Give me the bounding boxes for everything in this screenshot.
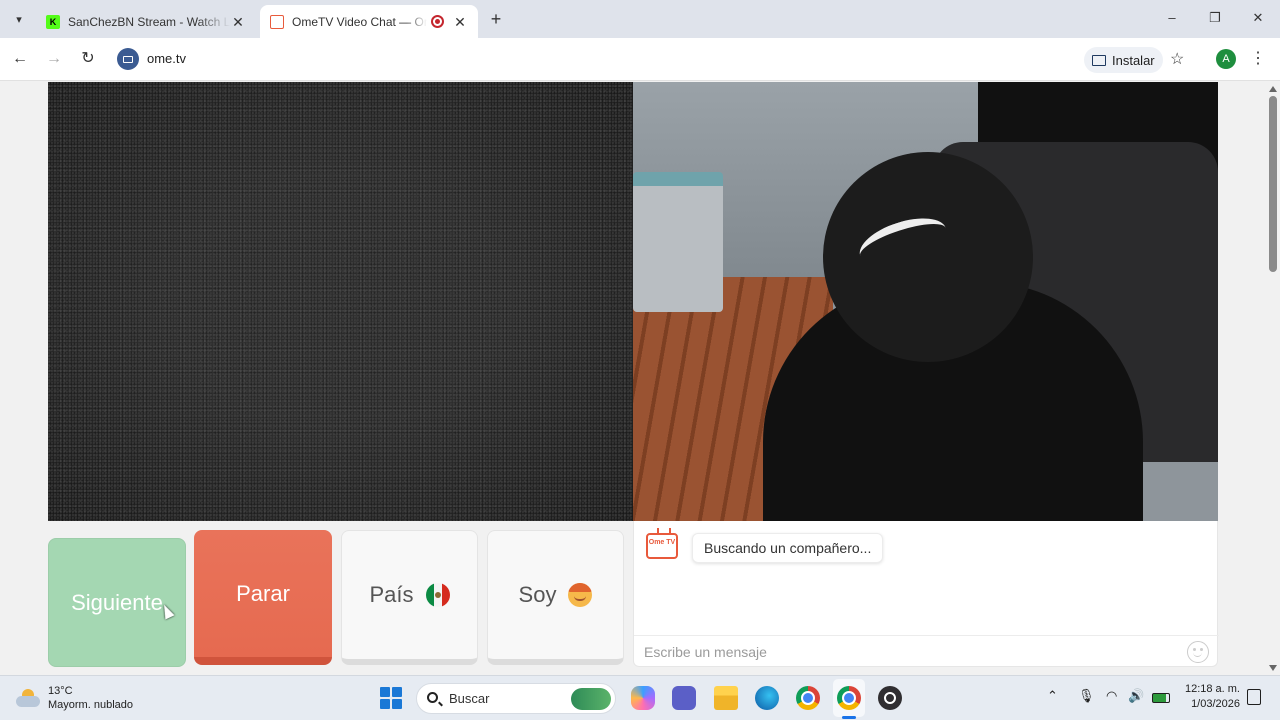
address-bar[interactable]: ome.tv [147,51,186,66]
next-label: Siguiente [71,589,163,615]
video-shelf [633,172,723,312]
battery-icon[interactable] [1152,693,1170,703]
next-button[interactable]: Siguiente [48,538,186,667]
chrome-profile-icon[interactable] [837,686,861,710]
country-button[interactable]: País [341,530,478,665]
partner-video-static [48,82,633,521]
bookmark-star-icon[interactable]: ☆ [1170,49,1184,69]
message-input-area [634,635,1219,667]
gender-label: Soy [518,582,557,607]
video-person-cap [823,152,1033,362]
file-explorer-icon[interactable] [714,686,738,710]
back-arrow-icon[interactable]: ← [9,48,31,70]
install-app-button[interactable]: Instalar [1084,47,1163,73]
browser-tab-bar: ▾ K SanChezBN Stream - Watch Live ✕ OmeT… [0,0,1280,38]
page-scrollbar[interactable] [1266,82,1280,675]
site-info-camera-icon[interactable] [117,48,139,70]
ometv-icon [270,14,284,29]
tab-title: OmeTV Video Chat — Ome [292,14,427,29]
install-monitor-icon [1092,54,1106,66]
tab-list-chevron-icon[interactable]: ▾ [8,8,30,30]
minimize-icon[interactable]: – [1158,6,1186,30]
country-label: País [369,582,414,607]
profile-avatar[interactable]: A [1216,49,1236,69]
tab-title: SanChezBN Stream - Watch Live [68,14,230,29]
volume-icon[interactable]: 🔊 [1128,688,1144,704]
scroll-down-icon[interactable] [1269,665,1277,671]
teams-icon[interactable] [672,686,696,710]
stop-button[interactable]: Parar [194,530,332,665]
edge-icon[interactable] [755,686,779,710]
recording-indicator-icon [431,15,444,28]
close-tab-icon[interactable]: ✕ [230,14,246,30]
notifications-icon[interactable] [1247,689,1261,705]
system-clock[interactable]: 12:18 a. m. 1/03/2026 [1182,682,1240,712]
install-label: Instalar [1112,52,1155,68]
stop-label: Parar [236,580,290,606]
partly-cloudy-icon [16,689,40,707]
tab-sanchezbn-stream[interactable]: K SanChezBN Stream - Watch Live ✕ [36,5,256,38]
search-highlight-art [571,688,611,710]
close-window-icon[interactable]: ✕ [1244,6,1272,30]
search-label: Buscar [449,691,490,706]
chat-panel: Ome TV Buscando un compañero... [633,521,1219,667]
active-app-indicator [842,716,856,719]
taskbar-search[interactable]: Buscar [416,683,616,714]
weather-temp: 13°C [48,685,73,697]
new-tab-plus-icon[interactable]: + [486,9,506,29]
forward-arrow-icon[interactable]: → [43,48,65,70]
message-input[interactable] [644,643,1164,660]
chrome-icon[interactable] [796,686,820,710]
ometv-logo-icon: Ome TV [646,533,678,559]
show-hidden-icons-chevron-icon[interactable]: ⌃ [1047,688,1058,704]
restore-icon[interactable]: ❐ [1201,6,1229,30]
emoji-icon[interactable] [1187,641,1209,663]
windows-taskbar: 13°C Mayorm. nublado Buscar ⌃ 🎙 ◠ 🔊 12:1… [0,675,1280,720]
browser-menu-icon[interactable]: ⋮ [1250,48,1266,68]
copilot-icon[interactable] [631,686,655,710]
reload-icon[interactable]: ↻ [77,48,99,70]
browser-toolbar: ← → ↻ ome.tv Instalar ☆ A ⋮ [0,38,1280,81]
weather-description: Mayorm. nublado [48,699,133,711]
scroll-up-icon[interactable] [1269,86,1277,92]
close-tab-icon[interactable]: ✕ [452,14,468,30]
microphone-icon[interactable]: 🎙 [1078,688,1095,704]
obs-icon[interactable] [878,686,902,710]
boy-face-icon [568,583,593,607]
kick-icon: K [46,14,60,29]
mexico-flag-icon [425,583,450,607]
status-message: Buscando un compañero... [692,533,884,563]
clock-date: 1/03/2026 [1191,698,1240,710]
scrollbar-thumb[interactable] [1269,96,1277,272]
windows-start-icon[interactable] [380,687,402,709]
tab-ometv[interactable]: OmeTV Video Chat — Ome ✕ [260,5,478,38]
clock-time: 12:18 a. m. [1184,683,1240,695]
weather-widget[interactable]: 13°C Mayorm. nublado [16,684,133,712]
ometv-page: Siguiente Parar País Soy Ome TV Buscando… [0,82,1280,675]
wifi-icon[interactable]: ◠ [1106,688,1117,704]
gender-button[interactable]: Soy [487,530,624,665]
search-icon [427,692,438,703]
own-webcam-video [633,82,1218,521]
